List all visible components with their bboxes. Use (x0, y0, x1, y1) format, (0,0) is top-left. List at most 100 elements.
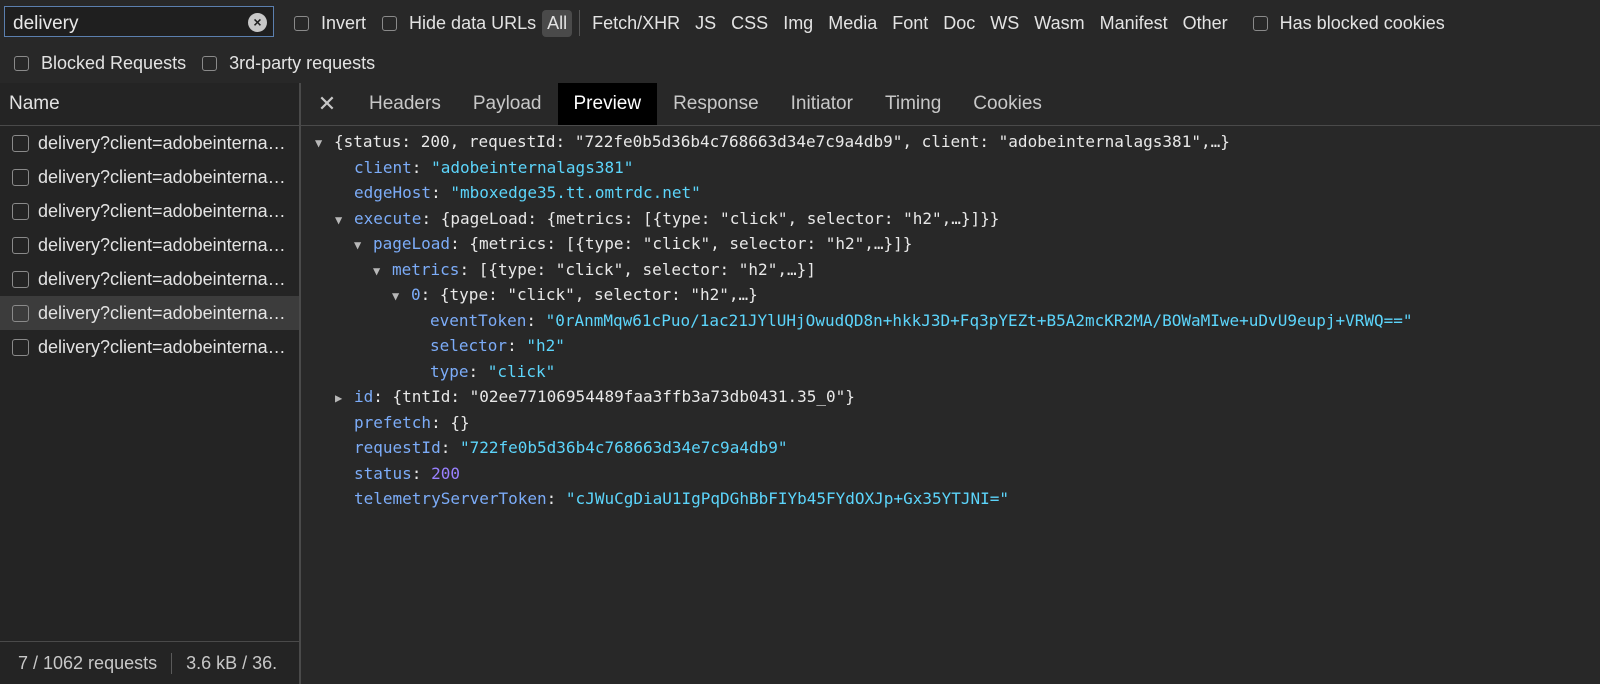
json-key: requestId (354, 438, 441, 457)
request-row[interactable]: delivery?client=adobeinternalags381&sess… (0, 330, 299, 364)
json-text: : {type: "click", selector: "h2",…} (420, 285, 758, 304)
tree-row: edgeHost: "mboxedge35.tt.omtrdc.net" (301, 180, 1413, 206)
json-key: execute (354, 208, 422, 228)
request-row[interactable]: delivery?client=adobeinternalags381&sess… (0, 194, 299, 228)
type-filter-all[interactable]: All (542, 9, 573, 37)
json-text: : (526, 310, 546, 330)
third-party-label: 3rd-party requests (229, 52, 376, 73)
request-name: delivery?client=adobeinternalags381&sess… (38, 234, 286, 255)
request-name: delivery?client=adobeinternalags381&sess… (38, 200, 286, 221)
collapse-arrow-icon[interactable]: ▼ (392, 284, 406, 310)
json-key: eventToken (430, 310, 527, 330)
json-key: metrics (392, 259, 460, 279)
tab-response[interactable]: Response (657, 83, 775, 125)
row-checkbox[interactable] (12, 168, 29, 186)
json-key: status (354, 463, 412, 483)
tree-row[interactable]: ▼ 0: {type: "click", selector: "h2",…} (301, 282, 1413, 308)
collapse-arrow-icon[interactable]: ▼ (354, 233, 368, 259)
tree-row: type: "click" (301, 359, 1413, 385)
type-filter-wasm[interactable]: Wasm (1034, 13, 1084, 34)
collapse-arrow-icon[interactable]: ▼ (335, 208, 349, 234)
row-checkbox[interactable] (12, 304, 29, 322)
filter-separator (579, 10, 581, 36)
json-string: "0rAnmMqw61cPuo/1ac21JYlUHjOwudQD8n+hkkJ… (545, 310, 1413, 330)
checkbox-box[interactable] (202, 55, 218, 71)
checkbox-box[interactable] (1252, 15, 1268, 31)
request-row[interactable]: delivery?client=adobeinternalags381&sess… (0, 126, 299, 160)
json-text: : {metrics: [{type: "click", selector: "… (450, 234, 913, 253)
tab-payload[interactable]: Payload (457, 83, 558, 125)
third-party-checkbox[interactable]: 3rd-party requests (202, 53, 375, 74)
json-string: "722fe0b5d36b4c768663d34e7c9a4db9" (459, 438, 788, 457)
request-name: delivery?client=adobeinternalags381&sess… (38, 302, 286, 323)
type-filter-ws[interactable]: WS (990, 13, 1019, 34)
checkbox-box[interactable] (382, 15, 398, 31)
json-string: "cJWuCgDiaU1IgPqDGhBbFIYb45FYdOXJp+Gx35Y… (565, 489, 1010, 508)
filter-row-2: Blocked Requests 3rd-party requests (14, 48, 391, 78)
tree-row[interactable]: ▼ execute: {pageLoad: {metrics: [{type: "… (301, 206, 1413, 232)
checkbox-box[interactable] (294, 15, 309, 31)
has-blocked-cookies-checkbox[interactable]: Has blocked cookies (1252, 12, 1445, 34)
json-text: : (411, 463, 432, 483)
type-filter-img[interactable]: Img (783, 13, 813, 34)
tab-headers[interactable]: Headers (353, 83, 457, 125)
json-key: type (430, 361, 469, 381)
request-list: delivery?client=adobeinternalags381&sess… (0, 126, 299, 364)
request-row[interactable]: delivery?client=adobeinternalags381&sess… (0, 160, 299, 194)
row-checkbox[interactable] (12, 134, 29, 152)
close-icon[interactable]: ✕ (301, 91, 353, 117)
json-key: telemetryServerToken (354, 489, 547, 508)
tab-cookies[interactable]: Cookies (957, 83, 1058, 125)
clear-icon[interactable]: × (248, 13, 267, 32)
filter-input-value[interactable]: delivery (13, 13, 78, 35)
json-string: "h2" (526, 336, 565, 355)
type-filter-css[interactable]: CSS (731, 13, 768, 34)
row-checkbox[interactable] (12, 270, 29, 288)
row-checkbox[interactable] (12, 236, 29, 254)
type-filter-doc[interactable]: Doc (943, 13, 975, 34)
invert-checkbox[interactable]: Invert (294, 13, 366, 34)
type-filter-manifest[interactable]: Manifest (1100, 13, 1168, 34)
tree-row: status: 200 (301, 461, 1413, 487)
tab-timing[interactable]: Timing (869, 83, 957, 125)
request-list-pane: Name delivery?client=adobeinternalags381… (0, 83, 301, 684)
hide-data-urls-label: Hide data URLs (409, 12, 537, 33)
row-checkbox[interactable] (12, 202, 29, 220)
json-text: : {tntId: "02ee77106954489faa3ffb3a73db0… (373, 387, 855, 406)
request-details-pane: ✕ Headers Payload Preview Response Initiator… (301, 83, 1600, 684)
json-text: {status: 200, requestId: "722fe0b5d36b4c… (334, 132, 1230, 151)
type-filter-js[interactable]: JS (695, 13, 716, 34)
json-string: "click" (487, 361, 556, 381)
tree-row[interactable]: ▼ {status: 200, requestId: "722fe0b5d36b4… (301, 129, 1413, 155)
tree-row[interactable]: ▶ id: {tntId: "02ee77106954489faa3ffb3a73… (301, 384, 1413, 410)
json-text: : (411, 157, 432, 177)
request-name: delivery?client=adobeinternalags381&sess… (38, 336, 286, 357)
filter-input[interactable]: delivery × (4, 6, 274, 37)
name-column-header[interactable]: Name (0, 83, 299, 126)
type-filter-fetch-xhr[interactable]: Fetch/XHR (592, 13, 680, 34)
json-key: edgeHost (354, 183, 432, 202)
blocked-requests-checkbox[interactable]: Blocked Requests (14, 53, 186, 74)
tab-initiator[interactable]: Initiator (775, 83, 869, 125)
hide-data-urls-checkbox[interactable]: Hide data URLs (382, 13, 536, 34)
json-text: : (468, 361, 488, 381)
type-filter-media[interactable]: Media (828, 13, 877, 34)
tree-row[interactable]: ▼ pageLoad: {metrics: [{type: "click", se… (301, 231, 1413, 257)
collapse-arrow-icon[interactable]: ▼ (373, 259, 387, 285)
request-row[interactable]: delivery?client=adobeinternalags381&sess… (0, 228, 299, 262)
row-checkbox[interactable] (12, 338, 29, 356)
tab-preview[interactable]: Preview (557, 83, 658, 125)
json-text: : (440, 438, 460, 457)
expand-arrow-icon[interactable]: ▶ (335, 386, 349, 412)
type-filter-other[interactable]: Other (1183, 13, 1228, 34)
tree-row: telemetryServerToken: "cJWuCgDiaU1IgPqDG… (301, 486, 1413, 512)
collapse-arrow-icon[interactable]: ▼ (315, 131, 329, 157)
tree-row[interactable]: ▼ metrics: [{type: "click", selector: "h2… (301, 257, 1413, 283)
has-blocked-cookies-label: Has blocked cookies (1279, 12, 1445, 33)
checkbox-box[interactable] (14, 55, 29, 71)
request-row[interactable]: delivery?client=adobeinternalags381&sess… (0, 296, 299, 330)
request-row[interactable]: delivery?client=adobeinternalags381&sess… (0, 262, 299, 296)
json-string: "adobeinternalags381" (431, 157, 634, 177)
type-filter-font[interactable]: Font (892, 13, 928, 34)
json-text: : {} (431, 412, 470, 432)
